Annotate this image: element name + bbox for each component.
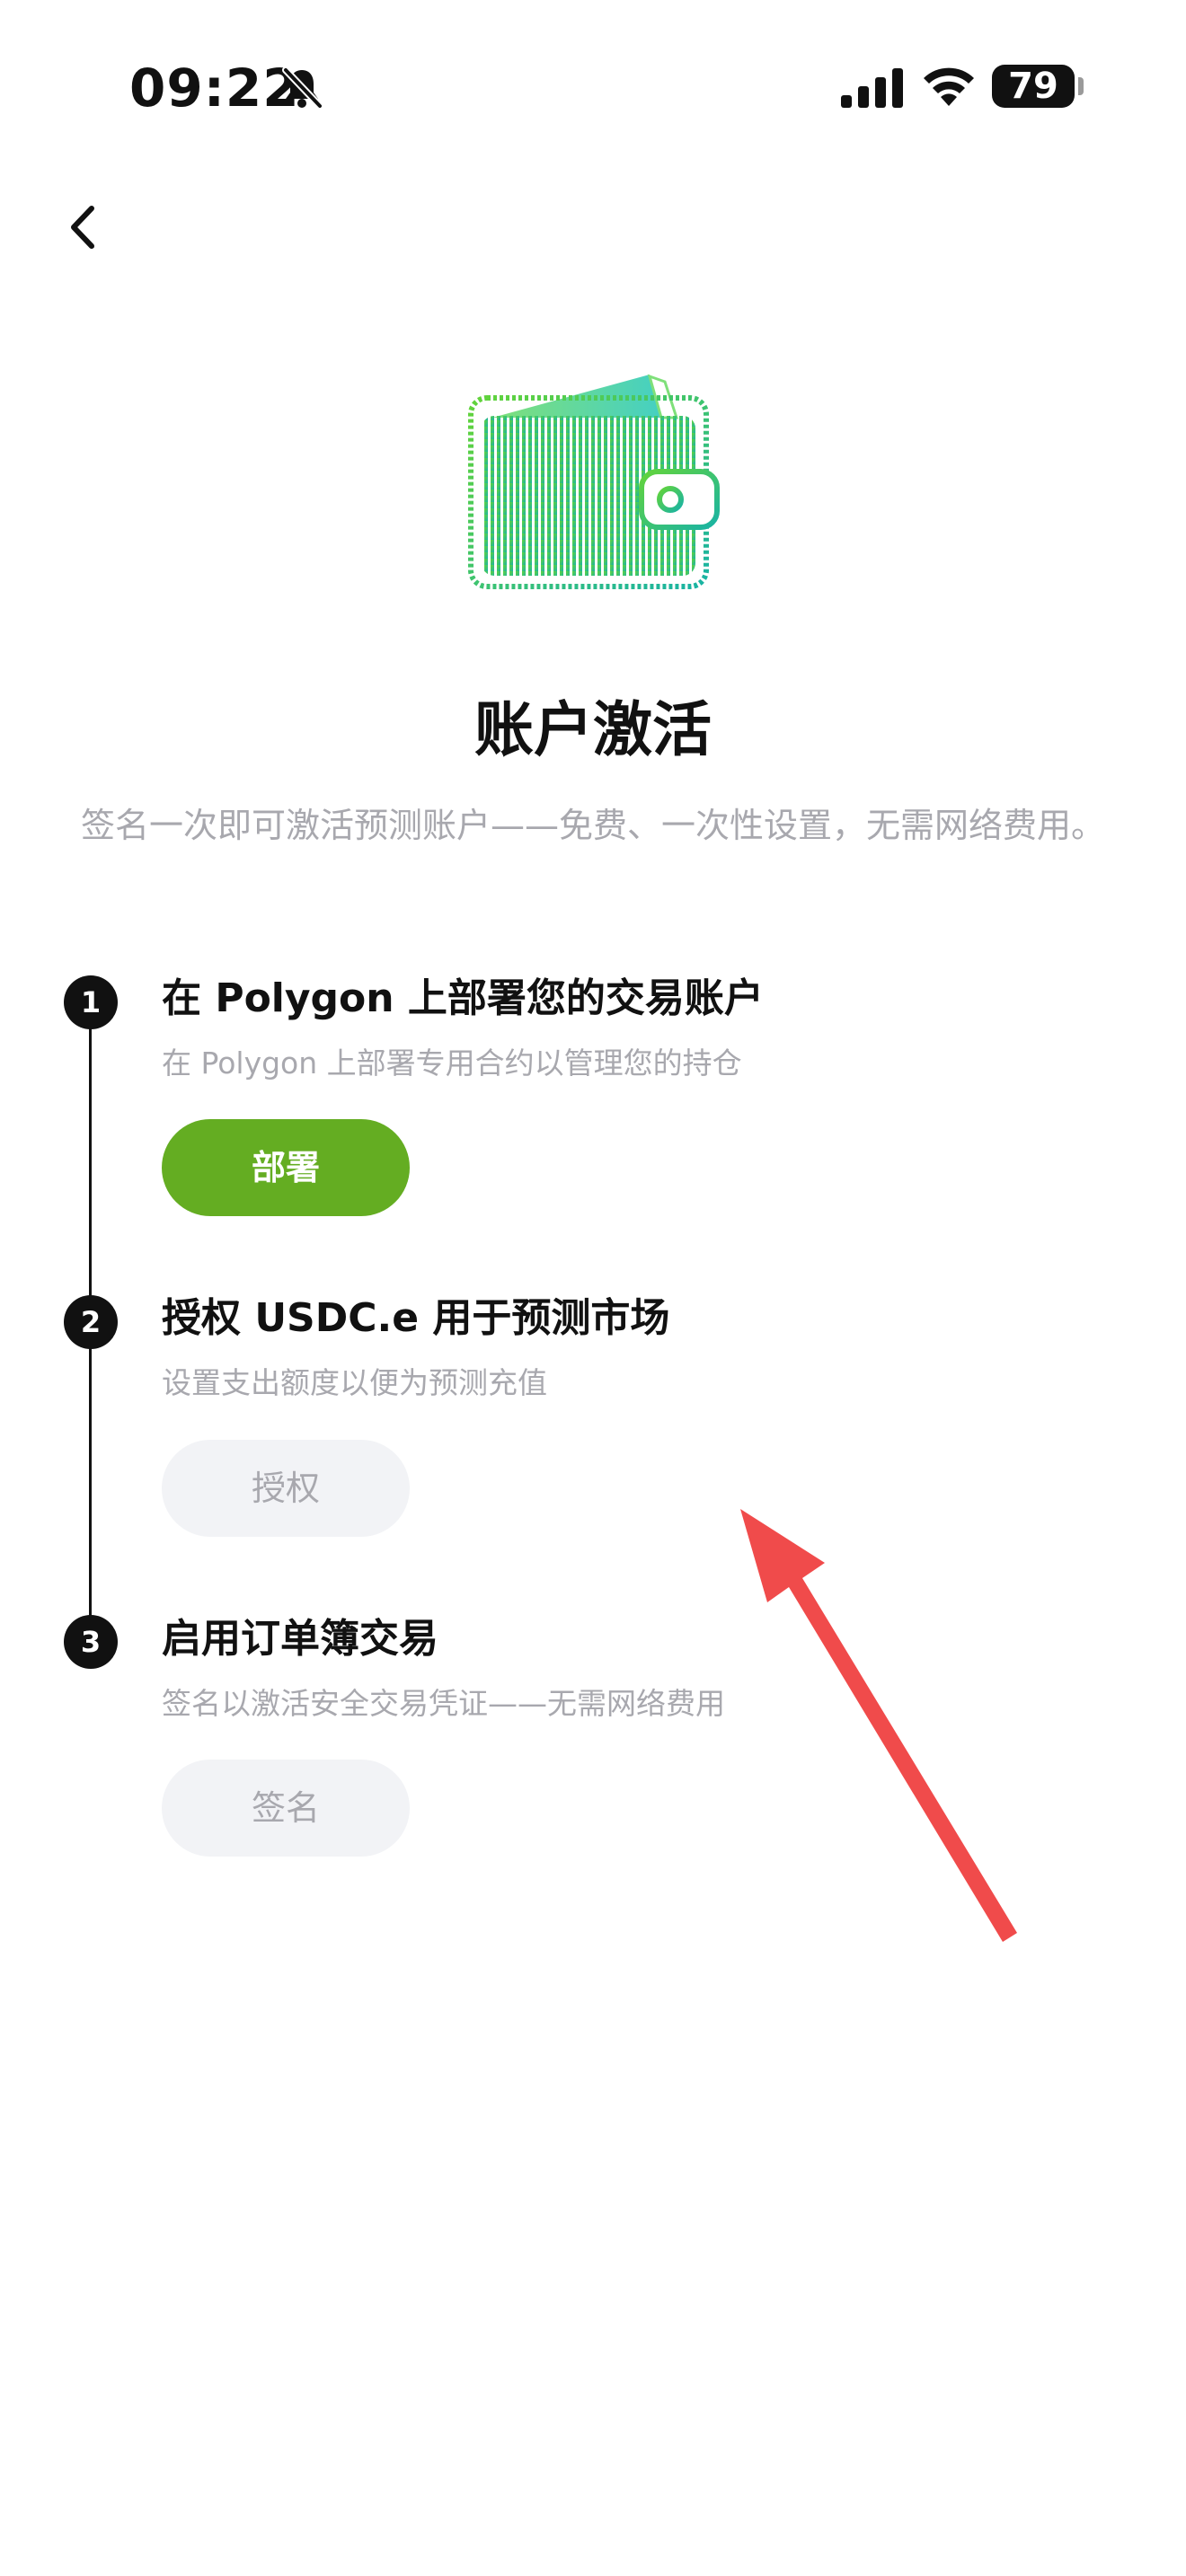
deploy-button[interactable]: 部署	[162, 1119, 410, 1216]
wifi-icon	[924, 67, 974, 106]
step-description-deploy: 在 Polygon 上部署专用合约以管理您的持仓	[162, 1045, 742, 1081]
cellular-signal-icon	[841, 68, 903, 108]
sign-button[interactable]: 签名	[162, 1760, 410, 1857]
step-title-authorize: 授权 USDC.e 用于预测市场	[162, 1295, 670, 1341]
page-title: 账户激活	[474, 695, 712, 764]
page-subtitle: 签名一次即可激活预测账户——免费、一次性设置，无需网络费用。	[80, 806, 1105, 845]
step-title-sign: 启用订单簿交易	[162, 1616, 438, 1662]
step-description-authorize: 设置支出额度以便为预测充值	[162, 1365, 547, 1400]
step-description-sign: 签名以激活安全交易凭证——无需网络费用	[162, 1686, 725, 1721]
bell-muted-icon	[282, 66, 323, 110]
authorize-button[interactable]: 授权	[162, 1440, 410, 1537]
step-title-deploy: 在 Polygon 上部署您的交易账户	[162, 975, 764, 1021]
step-number-2: 2	[64, 1295, 118, 1349]
annotation-arrow-icon	[740, 1509, 1017, 1942]
status-time: 09:22	[129, 57, 300, 119]
wallet-icon	[468, 374, 720, 589]
step-number-3: 3	[64, 1615, 118, 1669]
battery-cap	[1078, 77, 1084, 95]
battery-indicator: 79	[992, 65, 1075, 108]
step-number-1: 1	[64, 975, 118, 1029]
chevron-left-icon[interactable]	[54, 196, 117, 259]
